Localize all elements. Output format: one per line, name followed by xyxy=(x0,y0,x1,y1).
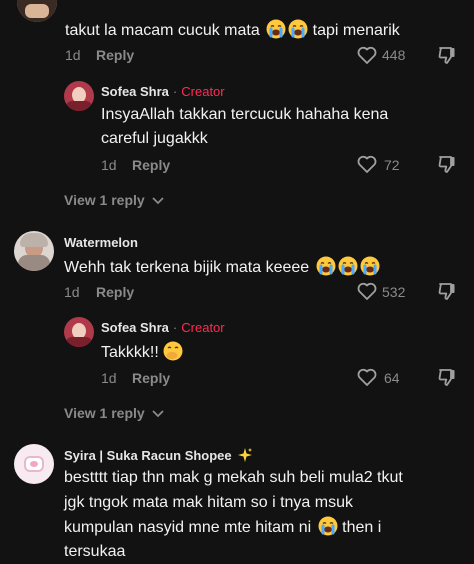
creator-badge: Creator xyxy=(181,84,225,99)
loudly-crying-face-icon xyxy=(288,19,309,39)
chevron-down-icon xyxy=(151,197,164,205)
like-count: 448 xyxy=(382,47,406,63)
reply-text: InsyaAllah takkan tercucuk hahaha kena xyxy=(101,106,389,123)
loudly-crying-face-icon xyxy=(317,516,338,536)
reply-button[interactable]: Reply xyxy=(96,284,134,300)
dislike-icon[interactable] xyxy=(436,44,458,66)
creator-badge: Creator xyxy=(181,320,225,335)
heart-icon[interactable] xyxy=(356,153,378,175)
reply-button[interactable]: Reply xyxy=(132,157,170,173)
dislike-icon[interactable] xyxy=(436,366,458,388)
loudly-crying-face-icon xyxy=(359,256,380,276)
comment-text: kumpulan nasyid mne mte hitam ni then i xyxy=(64,516,381,540)
comment-text: Wehh tak terkena bijik mata keeee xyxy=(64,256,380,280)
avatar[interactable] xyxy=(64,317,94,347)
view-replies-button[interactable]: View 1 reply xyxy=(64,405,164,421)
comment-text: jgk tngok mata mak hitam so i tnya msuk xyxy=(64,494,353,511)
avatar[interactable] xyxy=(17,0,57,22)
comment-date: 1d xyxy=(64,284,80,300)
like-count: 64 xyxy=(384,370,400,386)
comment-text: bestttt tiap thn mak g mekah suh beli mu… xyxy=(64,469,403,486)
comment-author[interactable]: Syira | Suka Racun Shopee xyxy=(64,447,253,463)
avatar[interactable] xyxy=(64,81,94,111)
heart-icon[interactable] xyxy=(356,366,378,388)
dislike-icon[interactable] xyxy=(436,280,458,302)
avatar[interactable] xyxy=(14,231,54,271)
reply-date: 1d xyxy=(101,370,117,386)
reply-text: careful jugakkk xyxy=(101,130,208,147)
face-with-hand-over-mouth-icon xyxy=(163,341,183,361)
chevron-down-icon xyxy=(151,410,164,418)
reply-button[interactable]: Reply xyxy=(132,370,170,386)
reply-date: 1d xyxy=(101,157,117,173)
comment-author[interactable]: Watermelon xyxy=(64,235,138,250)
like-count: 532 xyxy=(382,284,406,300)
reply-text: Takkkk!! xyxy=(101,341,183,365)
loudly-crying-face-icon xyxy=(266,19,287,39)
heart-icon[interactable] xyxy=(356,44,378,66)
like-count: 72 xyxy=(384,157,400,173)
comment-text: takut la macam cucuk mata tapi menarik xyxy=(65,19,400,43)
loudly-crying-face-icon xyxy=(337,256,358,276)
view-replies-button[interactable]: View 1 reply xyxy=(64,192,164,208)
reply-author[interactable]: Sofea Shra · Creator xyxy=(101,320,225,335)
reply-author[interactable]: Sofea Shra · Creator xyxy=(101,84,225,99)
heart-icon[interactable] xyxy=(356,280,378,302)
dislike-icon[interactable] xyxy=(436,153,458,175)
comment-text: tersukaa xyxy=(64,543,126,560)
loudly-crying-face-icon xyxy=(315,256,336,276)
avatar[interactable] xyxy=(14,444,54,484)
reply-button[interactable]: Reply xyxy=(96,47,134,63)
sparkles-icon xyxy=(238,448,253,462)
comment-date: 1d xyxy=(65,47,81,63)
